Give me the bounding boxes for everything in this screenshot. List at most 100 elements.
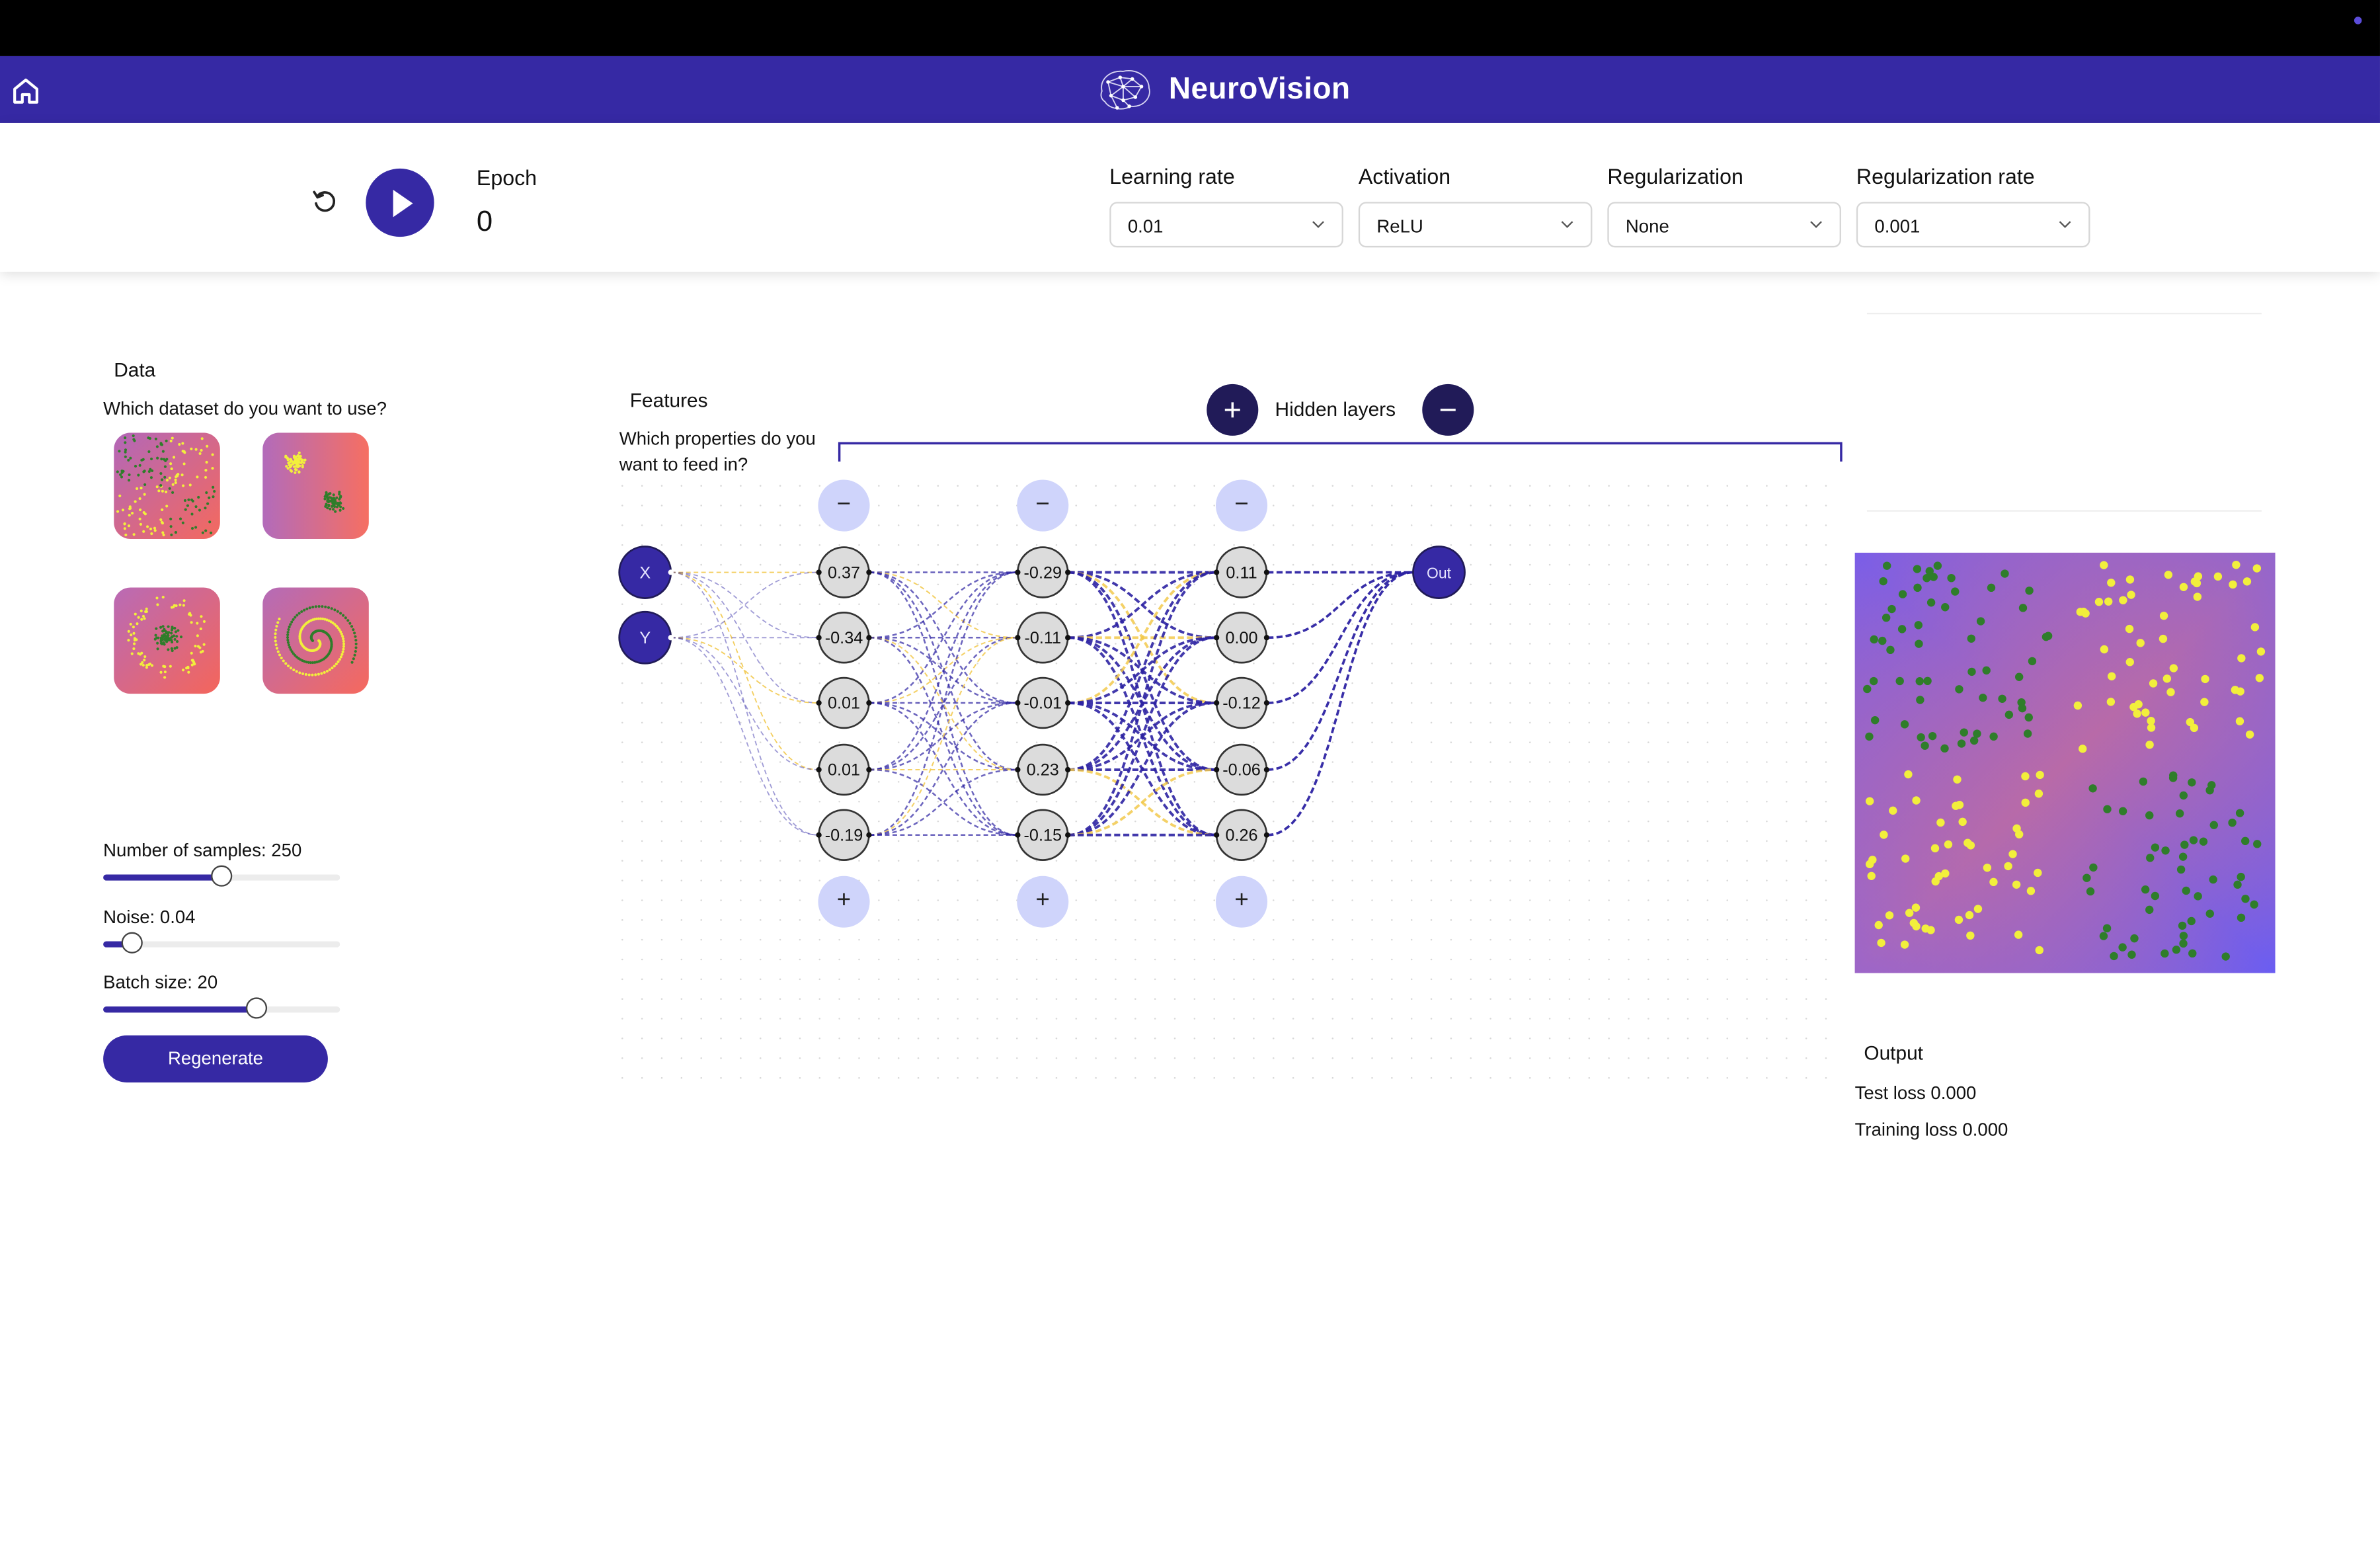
grid-dot <box>1371 919 1373 921</box>
grid-dot <box>1312 998 1314 1000</box>
grid-dot <box>957 978 959 981</box>
grid-dot <box>1331 860 1334 862</box>
grid-dot <box>1410 899 1413 901</box>
grid-dot <box>1628 741 1630 743</box>
grid-dot <box>1568 840 1571 842</box>
grid-dot <box>1292 643 1294 645</box>
remove-neuron-button[interactable]: − <box>1017 479 1069 532</box>
grid-dot <box>759 544 762 546</box>
grid-dot <box>1272 583 1275 586</box>
grid-dot <box>1667 761 1669 763</box>
grid-dot <box>1391 938 1393 941</box>
grid-dot <box>1825 1018 1827 1020</box>
grid-dot <box>1331 938 1334 941</box>
grid-dot <box>1134 524 1136 526</box>
grid-dot <box>996 682 998 684</box>
grid-dot <box>937 998 939 1000</box>
grid-dot <box>1746 643 1748 645</box>
output-node[interactable]: Out <box>1412 546 1466 599</box>
neuron-node[interactable]: 0.00 <box>1215 612 1268 664</box>
grid-dot <box>720 958 722 961</box>
grid-dot <box>1371 563 1373 566</box>
neuron-node[interactable]: 0.37 <box>818 546 870 598</box>
grid-dot <box>700 544 702 546</box>
grid-dot <box>1391 800 1393 803</box>
neuron-node[interactable]: -0.06 <box>1215 743 1268 796</box>
grid-dot <box>1608 840 1610 842</box>
remove-neuron-button[interactable]: − <box>1216 479 1268 532</box>
grid-dot <box>1331 978 1334 981</box>
grid-dot <box>1548 1057 1551 1059</box>
grid-dot <box>1035 978 1038 981</box>
grid-dot <box>1489 820 1491 823</box>
grid-dot <box>1548 879 1551 881</box>
grid-dot <box>1233 1037 1235 1039</box>
grid-dot <box>917 682 920 684</box>
grid-dot <box>1292 958 1294 961</box>
grid-dot <box>976 682 978 684</box>
grid-dot <box>1628 1077 1630 1079</box>
grid-dot <box>1746 623 1748 625</box>
neuron-node[interactable]: 0.01 <box>818 743 870 796</box>
grid-dot <box>1726 623 1728 625</box>
neuron-node[interactable]: -0.12 <box>1215 676 1268 729</box>
grid-dot <box>621 682 623 684</box>
grid-dot <box>1233 860 1235 862</box>
grid-dot <box>1134 840 1136 842</box>
grid-dot <box>1588 623 1591 625</box>
remove-hidden-layer-button[interactable] <box>1422 384 1474 436</box>
grid-dot <box>957 938 959 941</box>
neuron-node[interactable]: -0.15 <box>1017 809 1069 862</box>
input-node-x[interactable]: X <box>618 546 672 599</box>
grid-dot <box>1213 721 1215 724</box>
grid-dot <box>996 840 998 842</box>
neuron-node[interactable]: 0.11 <box>1215 546 1268 598</box>
input-node-y[interactable]: Y <box>618 610 672 665</box>
neuron-node[interactable]: -0.11 <box>1017 612 1069 664</box>
grid-dot <box>1608 505 1610 507</box>
grid-dot <box>1746 899 1748 901</box>
neuron-node[interactable]: -0.29 <box>1017 546 1069 598</box>
grid-dot <box>1588 958 1591 961</box>
neuron-node[interactable]: 0.23 <box>1017 743 1069 796</box>
remove-neuron-button[interactable]: − <box>818 479 870 532</box>
grid-dot <box>720 643 722 645</box>
grid-dot <box>1430 919 1433 921</box>
grid-dot <box>1312 860 1314 862</box>
add-neuron-button[interactable]: + <box>1216 875 1268 928</box>
grid-dot <box>1746 544 1748 546</box>
grid-dot <box>720 820 722 823</box>
grid-dot <box>818 919 821 921</box>
neuron-node[interactable]: -0.01 <box>1017 676 1069 729</box>
grid-dot <box>740 998 742 1000</box>
grid-dot <box>1489 485 1491 487</box>
grid-dot <box>779 1037 781 1039</box>
grid-dot <box>1628 505 1630 507</box>
grid-dot <box>1786 583 1788 586</box>
grid-dot <box>660 978 663 981</box>
grid-dot <box>1015 682 1018 684</box>
neuron-node[interactable]: -0.19 <box>818 809 870 862</box>
add-neuron-button[interactable]: + <box>818 875 870 928</box>
add-hidden-layer-button[interactable] <box>1207 384 1259 436</box>
grid-dot <box>1292 623 1294 625</box>
add-neuron-button[interactable]: + <box>1017 875 1069 928</box>
grid-dot <box>1766 978 1768 981</box>
grid-dot <box>799 643 801 645</box>
grid-dot <box>1410 919 1413 921</box>
neuron-node[interactable]: 0.01 <box>818 676 870 729</box>
grid-dot <box>1154 820 1156 823</box>
grid-dot <box>1746 663 1748 665</box>
neuron-node[interactable]: 0.26 <box>1215 809 1268 862</box>
grid-dot <box>1667 919 1669 921</box>
grid-dot <box>1706 860 1709 862</box>
neuron-node[interactable]: -0.34 <box>818 612 870 664</box>
grid-dot <box>1115 524 1117 526</box>
grid-dot <box>799 702 801 704</box>
grid-dot <box>1015 978 1018 981</box>
node-label: -0.34 <box>825 629 863 647</box>
grid-dot <box>1154 978 1156 981</box>
grid-dot <box>917 1018 920 1020</box>
node-port <box>1263 635 1270 641</box>
grid-dot <box>1193 563 1196 566</box>
